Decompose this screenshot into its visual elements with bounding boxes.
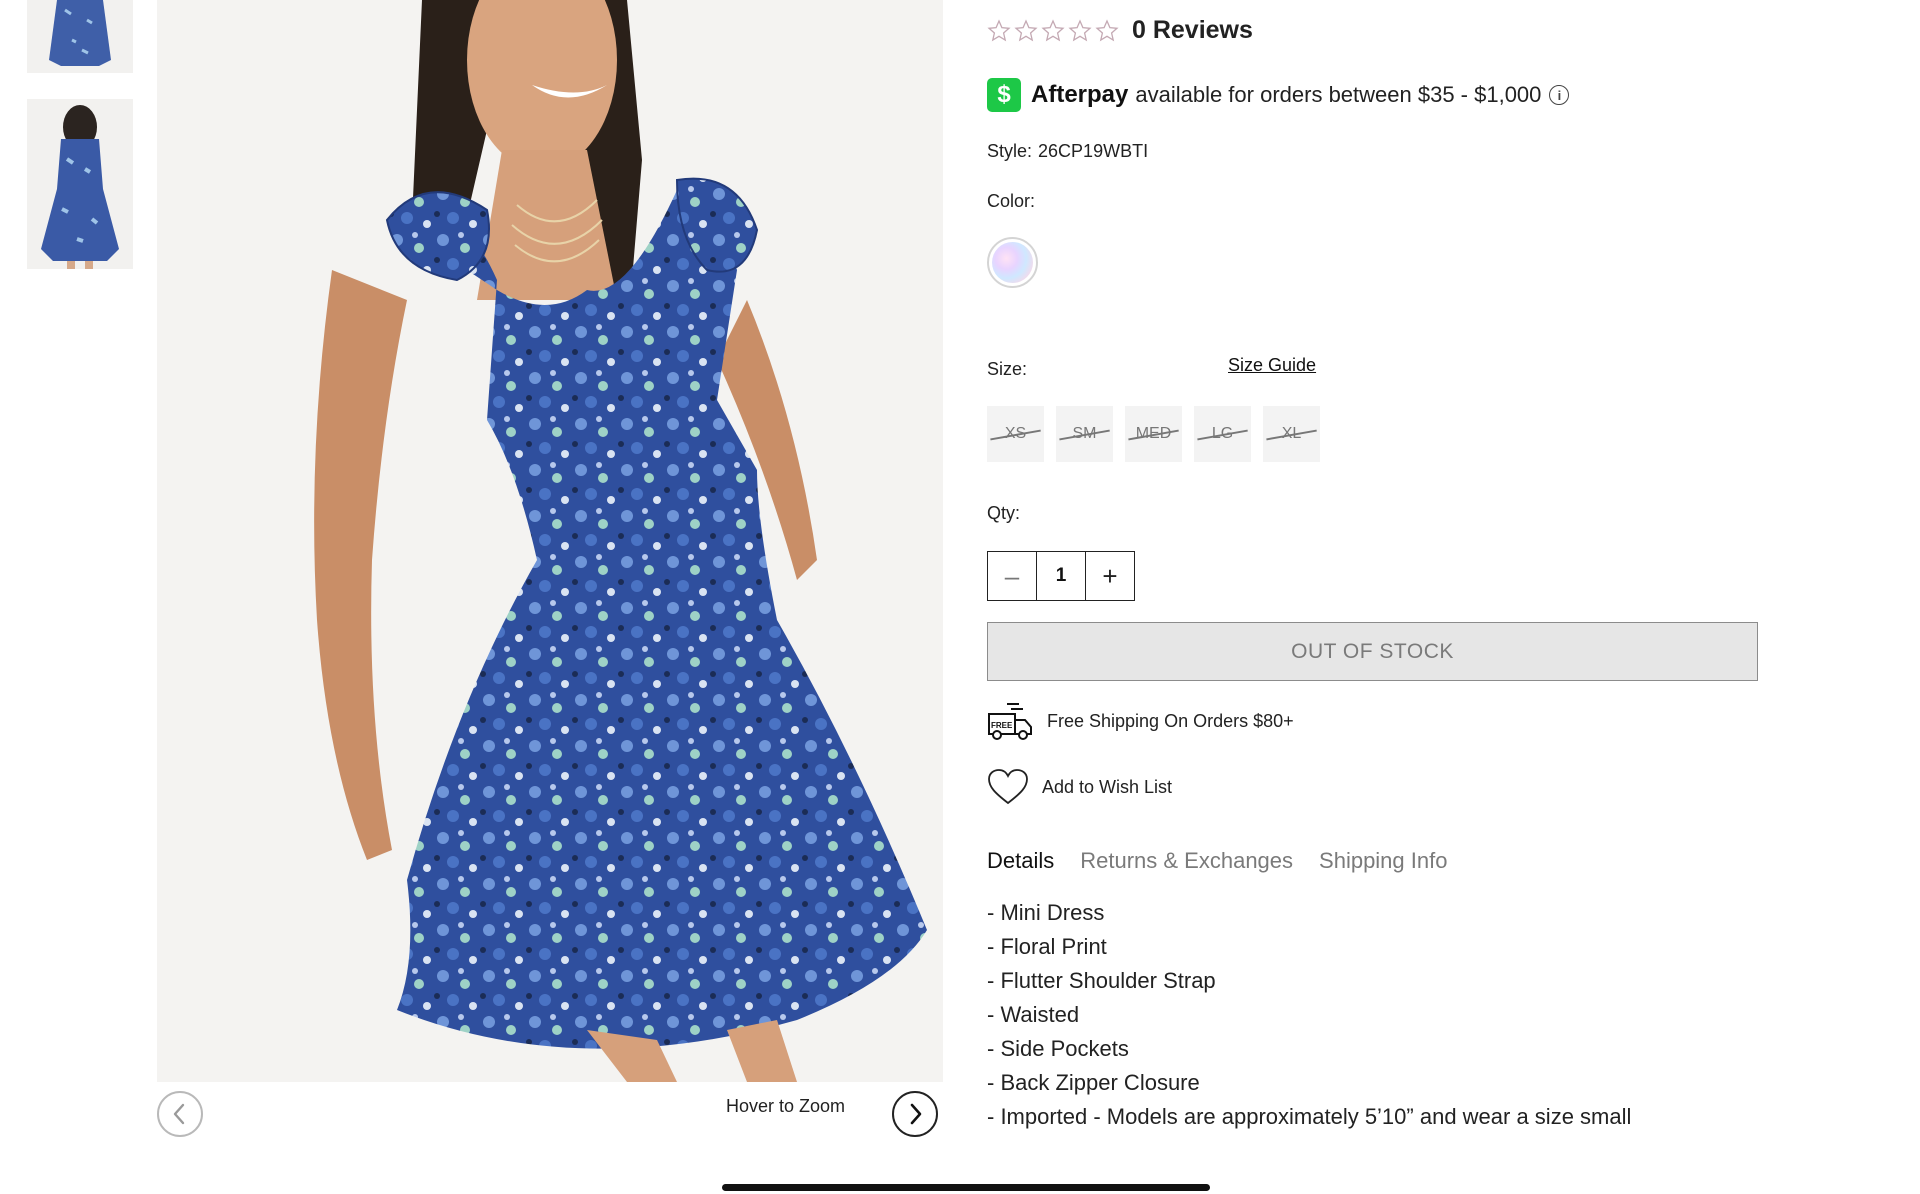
thumbnail-front-image: [27, 0, 133, 73]
afterpay-brand: Afterpay: [1031, 81, 1129, 108]
style-value: 26CP19WBTI: [1038, 141, 1149, 161]
afterpay-text: available for orders between $35 - $1,00…: [1135, 82, 1542, 107]
reviews-count: 0 Reviews: [1132, 16, 1253, 44]
details-list: - Mini Dress - Floral Print - Flutter Sh…: [987, 896, 1631, 1134]
free-shipping-row: FREE Free Shipping On Orders $80+: [987, 700, 1294, 742]
details-item: - Waisted: [987, 1002, 1080, 1027]
size-label: Size:: [987, 359, 1028, 379]
reviews-row[interactable]: 0 Reviews: [987, 16, 1253, 45]
afterpay-logo-icon: $: [987, 78, 1021, 112]
size-guide-link[interactable]: Size Guide: [1228, 355, 1316, 376]
main-product-image[interactable]: [157, 0, 943, 1082]
style-label: Style:: [987, 141, 1033, 161]
star-outline-icon: [1014, 18, 1038, 41]
chevron-right-icon: [910, 1103, 922, 1125]
color-swatch-fill: [992, 242, 1033, 283]
free-shipping-text: Free Shipping On Orders $80+: [1047, 710, 1294, 731]
size-option-med[interactable]: MED: [1125, 406, 1182, 462]
tab-returns-exchanges[interactable]: Returns & Exchanges: [1080, 848, 1293, 874]
color-label: Color:: [987, 191, 1036, 211]
size-option-xl[interactable]: XL: [1263, 406, 1320, 462]
qty-label: Qty:: [987, 503, 1021, 523]
qty-value[interactable]: 1: [1036, 552, 1086, 600]
free-badge: FREE: [991, 721, 1013, 730]
thumbnail-back[interactable]: [27, 99, 133, 269]
details-item: - Side Pockets: [987, 1036, 1129, 1061]
size-option-xs[interactable]: XS: [987, 406, 1044, 462]
size-options: XS SM MED LG XL: [987, 406, 1320, 462]
quantity-stepper: – 1 +: [987, 551, 1135, 601]
details-item: - Mini Dress: [987, 900, 1105, 925]
afterpay-row: $ Afterpay available for orders between …: [987, 78, 1570, 112]
thumbnail-front[interactable]: [27, 0, 133, 73]
free-shipping-truck-icon: FREE: [988, 703, 1032, 740]
size-option-lg[interactable]: LG: [1194, 406, 1251, 462]
size-option-sm[interactable]: SM: [1056, 406, 1113, 462]
tab-details[interactable]: Details: [987, 848, 1054, 874]
out-of-stock-button[interactable]: OUT OF STOCK: [987, 622, 1758, 681]
details-item: - Floral Print: [987, 934, 1107, 959]
wishlist-text: Add to Wish List: [1042, 776, 1173, 797]
add-to-wishlist-button[interactable]: Add to Wish List: [987, 768, 1172, 806]
star-outline-icon: [1041, 18, 1065, 41]
info-icon[interactable]: i: [1549, 85, 1570, 105]
star-outline-icon: [1068, 18, 1092, 41]
tab-shipping-info[interactable]: Shipping Info: [1319, 848, 1447, 874]
thumbnail-back-image: [27, 99, 133, 269]
home-indicator: [722, 1184, 1210, 1191]
next-image-button[interactable]: [892, 1091, 938, 1137]
previous-image-button[interactable]: [157, 1091, 203, 1137]
style-row: Style: 26CP19WBTI: [987, 141, 1148, 162]
chevron-left-icon: [173, 1103, 185, 1125]
info-tabs: Details Returns & Exchanges Shipping Inf…: [987, 848, 1447, 874]
heart-icon: [988, 769, 1028, 805]
rating-stars: [987, 18, 1119, 43]
details-item: - Back Zipper Closure: [987, 1070, 1200, 1095]
product-photo: [157, 0, 943, 1082]
star-outline-icon: [1095, 18, 1119, 41]
star-outline-icon: [987, 18, 1011, 41]
qty-decrease-button[interactable]: –: [988, 552, 1036, 600]
hover-to-zoom-label: Hover to Zoom: [726, 1096, 846, 1116]
details-item: - Flutter Shoulder Strap: [987, 968, 1216, 993]
color-swatch[interactable]: [987, 237, 1038, 288]
details-item: - Imported - Models are approximately 5’…: [987, 1104, 1632, 1129]
qty-increase-button[interactable]: +: [1086, 552, 1134, 600]
